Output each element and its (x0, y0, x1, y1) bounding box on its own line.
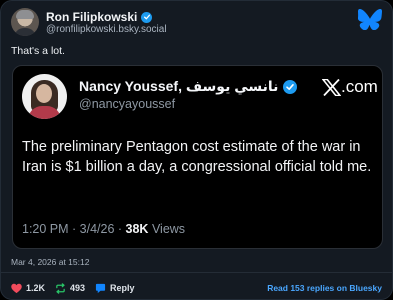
bluesky-butterfly-icon[interactable] (358, 9, 382, 30)
author-avatar[interactable] (11, 8, 39, 36)
embed-views-count: 38K (125, 222, 149, 236)
embed-post-time: 1:20 PM · 3/4/26 · (22, 222, 126, 236)
reply-button[interactable]: Reply (95, 283, 135, 294)
embed-author-name[interactable]: Nancy Youssef, نانسي يوسف (79, 78, 278, 95)
repost-button[interactable]: 493 (55, 282, 86, 294)
post-text: That's a lot. (11, 45, 65, 57)
repost-icon (56, 282, 65, 294)
reply-label: Reply (110, 283, 135, 293)
like-count: 1.2K (26, 283, 46, 293)
action-bar: 1.2K 493 Reply (11, 281, 135, 295)
divider (1, 272, 392, 273)
verified-badge-icon (141, 11, 153, 23)
embedded-x-post[interactable]: Nancy Youssef, نانسي يوسف @nancyayoussef… (12, 65, 383, 249)
x-domain-label: .com (341, 77, 378, 96)
embed-author-avatar[interactable] (22, 74, 67, 119)
embed-post-text: The preliminary Pentagon cost estimate o… (22, 139, 372, 175)
read-replies-link[interactable]: Read 153 replies on Bluesky (267, 283, 382, 293)
author-handle[interactable]: @ronfilipkowski.bsky.social (46, 24, 167, 35)
embed-author-name-row[interactable]: Nancy Youssef, نانسي يوسف (79, 78, 298, 95)
author-name[interactable]: Ron Filipkowski (46, 10, 137, 24)
reply-icon (95, 283, 106, 293)
verified-badge-icon (283, 79, 298, 94)
embed-author-handle[interactable]: @nancyayoussef (79, 97, 175, 111)
heart-icon (11, 283, 22, 293)
embed-views-label: Views (148, 222, 186, 236)
post-timestamp[interactable]: Mar 4, 2026 at 15:12 (11, 257, 89, 267)
repost-count: 493 (70, 283, 86, 293)
embed-post-meta: 1:20 PM · 3/4/26 · 38K Views (22, 222, 185, 236)
x-logo-icon[interactable]: .com (322, 77, 378, 97)
bluesky-post-card: Ron Filipkowski @ronfilipkowski.bsky.soc… (0, 0, 393, 300)
like-button[interactable]: 1.2K (11, 283, 45, 294)
x-glyph-icon (322, 78, 341, 96)
author-name-row[interactable]: Ron Filipkowski (46, 10, 153, 24)
